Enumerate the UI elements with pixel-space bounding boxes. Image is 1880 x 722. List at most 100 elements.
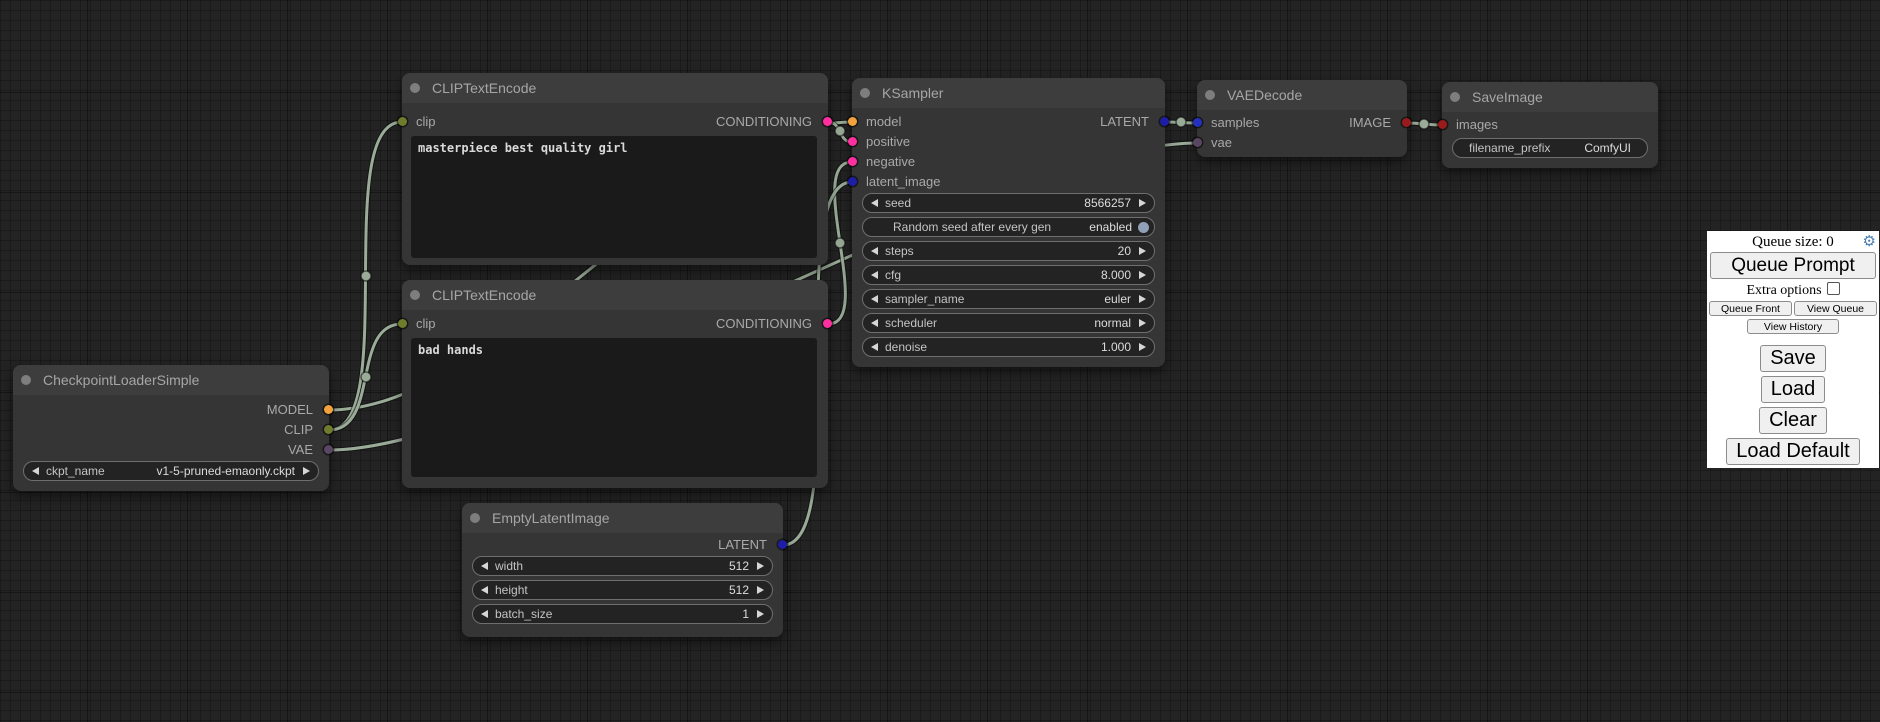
decrement-arrow-icon[interactable] xyxy=(481,610,488,618)
input-label-negative: negative xyxy=(866,152,915,172)
latent-image-input-port[interactable] xyxy=(848,177,857,186)
sampler-name-combo-widget[interactable]: sampler_name euler xyxy=(862,289,1155,309)
increment-arrow-icon[interactable] xyxy=(757,586,764,594)
node-save-image[interactable]: SaveImage images filename_prefix ComfyUI xyxy=(1442,82,1658,168)
seed-number-widget[interactable]: seed 8566257 xyxy=(862,193,1155,213)
node-empty-latent-image[interactable]: EmptyLatentImage LATENT width 512 height… xyxy=(462,503,783,637)
node-status-dot-icon xyxy=(470,513,480,523)
decrement-arrow-icon[interactable] xyxy=(32,467,39,475)
widget-label: scheduler xyxy=(885,316,937,330)
node-title: CLIPTextEncode xyxy=(432,287,536,303)
negative-prompt-textarea[interactable]: bad hands xyxy=(411,338,817,477)
link-midpoint-dot[interactable] xyxy=(1419,119,1429,129)
node-title-bar[interactable]: SaveImage xyxy=(1442,82,1658,112)
node-clip-text-encode-positive[interactable]: CLIPTextEncode clip CONDITIONING masterp… xyxy=(402,73,828,265)
positive-input-port[interactable] xyxy=(848,137,857,146)
random-seed-toggle-widget[interactable]: Random seed after every gen enabled xyxy=(862,217,1155,237)
queue-menu-panel: Queue size: 0 ⚙ Queue Prompt Extra optio… xyxy=(1707,231,1879,468)
increment-arrow-icon[interactable] xyxy=(1139,295,1146,303)
model-input-port[interactable] xyxy=(848,117,857,126)
cfg-number-widget[interactable]: cfg 8.000 xyxy=(862,265,1155,285)
clip-output-port[interactable] xyxy=(324,425,333,434)
node-clip-text-encode-negative[interactable]: CLIPTextEncode clip CONDITIONING bad han… xyxy=(402,280,828,488)
decrement-arrow-icon[interactable] xyxy=(871,271,878,279)
denoise-number-widget[interactable]: denoise 1.000 xyxy=(862,337,1155,357)
increment-arrow-icon[interactable] xyxy=(1139,271,1146,279)
widget-value: 1 xyxy=(742,607,749,621)
increment-arrow-icon[interactable] xyxy=(303,467,310,475)
link-midpoint-dot[interactable] xyxy=(835,126,845,136)
decrement-arrow-icon[interactable] xyxy=(871,295,878,303)
node-title-bar[interactable]: CheckpointLoaderSimple xyxy=(13,365,329,395)
latent-output-port[interactable] xyxy=(778,540,787,549)
conditioning-output-port[interactable] xyxy=(823,117,832,126)
steps-number-widget[interactable]: steps 20 xyxy=(862,241,1155,261)
increment-arrow-icon[interactable] xyxy=(1139,247,1146,255)
increment-arrow-icon[interactable] xyxy=(1139,343,1146,351)
toggle-enabled-dot-icon[interactable] xyxy=(1138,222,1149,233)
batch-size-number-widget[interactable]: batch_size 1 xyxy=(472,604,773,624)
images-input-port[interactable] xyxy=(1438,120,1447,129)
node-title-bar[interactable]: KSampler xyxy=(852,78,1165,108)
link-midpoint-dot[interactable] xyxy=(361,271,371,281)
ckpt-name-combo-widget[interactable]: ckpt_name v1-5-pruned-emaonly.ckpt xyxy=(23,461,319,481)
link-midpoint-dot[interactable] xyxy=(361,372,371,382)
filename-prefix-text-widget[interactable]: filename_prefix ComfyUI xyxy=(1452,138,1648,158)
view-queue-button[interactable]: View Queue xyxy=(1794,301,1877,316)
queue-prompt-button[interactable]: Queue Prompt xyxy=(1710,252,1876,279)
latent-output-port[interactable] xyxy=(1160,117,1169,126)
increment-arrow-icon[interactable] xyxy=(757,610,764,618)
view-history-button[interactable]: View History xyxy=(1747,319,1839,334)
extra-options-checkbox[interactable] xyxy=(1827,282,1840,295)
height-number-widget[interactable]: height 512 xyxy=(472,580,773,600)
node-title-bar[interactable]: CLIPTextEncode xyxy=(402,280,828,310)
widget-label: Random seed after every gen xyxy=(893,220,1051,234)
vae-output-port[interactable] xyxy=(324,445,333,454)
load-button[interactable]: Load xyxy=(1761,376,1826,403)
node-title-bar[interactable]: EmptyLatentImage xyxy=(462,503,783,533)
clear-button[interactable]: Clear xyxy=(1759,407,1827,434)
width-number-widget[interactable]: width 512 xyxy=(472,556,773,576)
output-label-image: IMAGE xyxy=(1349,113,1391,133)
graph-canvas[interactable]: CheckpointLoaderSimple MODEL CLIP VAE ck… xyxy=(0,0,1880,722)
positive-prompt-textarea[interactable]: masterpiece best quality girl xyxy=(411,136,817,258)
save-button[interactable]: Save xyxy=(1760,345,1826,372)
decrement-arrow-icon[interactable] xyxy=(871,319,878,327)
image-output-port[interactable] xyxy=(1402,118,1411,127)
link-midpoint-dot[interactable] xyxy=(1176,117,1186,127)
widget-label: batch_size xyxy=(495,607,552,621)
link-midpoint-dot[interactable] xyxy=(835,238,845,248)
widget-label: filename_prefix xyxy=(1469,141,1550,155)
output-label-clip: CLIP xyxy=(284,420,313,440)
samples-input-port[interactable] xyxy=(1193,118,1202,127)
widget-value: 1.000 xyxy=(1101,340,1131,354)
queue-front-button[interactable]: Queue Front xyxy=(1709,301,1792,316)
node-vae-decode[interactable]: VAEDecode samples vae IMAGE xyxy=(1197,80,1407,157)
node-title: SaveImage xyxy=(1472,89,1543,105)
decrement-arrow-icon[interactable] xyxy=(481,586,488,594)
output-label-model: MODEL xyxy=(267,400,313,420)
node-title-bar[interactable]: CLIPTextEncode xyxy=(402,73,828,103)
output-label-latent: LATENT xyxy=(1100,112,1149,132)
increment-arrow-icon[interactable] xyxy=(757,562,764,570)
load-default-button[interactable]: Load Default xyxy=(1726,438,1859,465)
decrement-arrow-icon[interactable] xyxy=(871,343,878,351)
increment-arrow-icon[interactable] xyxy=(1139,319,1146,327)
clip-input-port[interactable] xyxy=(398,319,407,328)
widget-label: denoise xyxy=(885,340,927,354)
clip-input-port[interactable] xyxy=(398,117,407,126)
node-checkpoint-loader[interactable]: CheckpointLoaderSimple MODEL CLIP VAE ck… xyxy=(13,365,329,491)
widget-value: 8566257 xyxy=(1084,196,1131,210)
decrement-arrow-icon[interactable] xyxy=(481,562,488,570)
increment-arrow-icon[interactable] xyxy=(1139,199,1146,207)
decrement-arrow-icon[interactable] xyxy=(871,199,878,207)
conditioning-output-port[interactable] xyxy=(823,319,832,328)
node-title-bar[interactable]: VAEDecode xyxy=(1197,80,1407,110)
model-output-port[interactable] xyxy=(324,405,333,414)
node-ksampler[interactable]: KSampler model positive negative latent_… xyxy=(852,78,1165,367)
vae-input-port[interactable] xyxy=(1193,138,1202,147)
settings-gear-icon[interactable]: ⚙ xyxy=(1863,232,1876,250)
negative-input-port[interactable] xyxy=(848,157,857,166)
decrement-arrow-icon[interactable] xyxy=(871,247,878,255)
scheduler-combo-widget[interactable]: scheduler normal xyxy=(862,313,1155,333)
